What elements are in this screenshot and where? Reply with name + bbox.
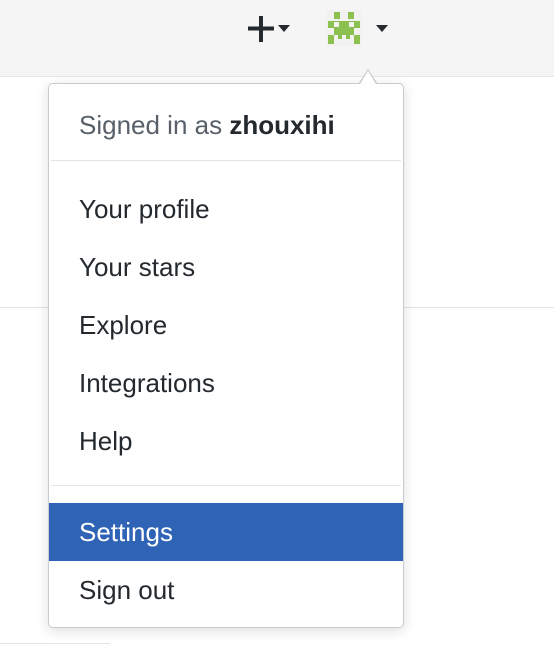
menu-divider [51,160,401,161]
page-divider [0,643,110,644]
header-bar [0,0,554,77]
menu-item-sign-out[interactable]: Sign out [49,561,403,619]
user-dropdown-menu: Signed in as zhouxihi Your profile Your … [48,83,404,628]
menu-divider [51,485,401,486]
menu-item-explore[interactable]: Explore [49,296,403,354]
avatar [326,10,362,46]
signed-in-label: Signed in as [79,110,230,140]
user-menu-button[interactable] [324,8,396,48]
menu-item-your-stars[interactable]: Your stars [49,238,403,296]
menu-item-integrations[interactable]: Integrations [49,354,403,412]
signed-in-header: Signed in as zhouxihi [79,110,335,141]
chevron-down-icon [376,25,388,32]
username: zhouxihi [229,110,335,140]
chevron-down-icon [278,25,290,32]
menu-item-settings[interactable]: Settings [49,503,403,561]
plus-icon [248,16,274,42]
menu-item-help[interactable]: Help [49,412,403,470]
create-new-button[interactable] [244,12,300,46]
menu-item-your-profile[interactable]: Your profile [49,180,403,238]
dropdown-pointer [360,71,376,84]
